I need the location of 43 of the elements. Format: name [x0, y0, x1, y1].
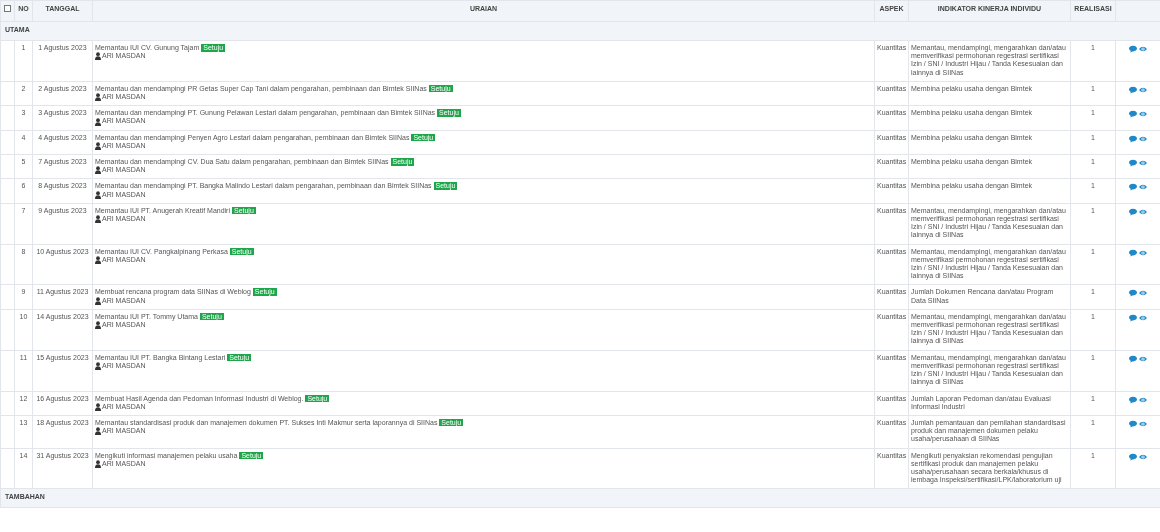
comment-icon[interactable]: [1129, 159, 1137, 168]
checkbox[interactable]: [4, 5, 11, 12]
user-icon: [95, 93, 101, 102]
comment-icon[interactable]: [1129, 248, 1137, 257]
user-icon: [95, 166, 101, 175]
user-icon: [95, 52, 101, 61]
eye-icon[interactable]: [1139, 313, 1147, 322]
user-icon: [95, 296, 101, 305]
user-icon: [95, 141, 101, 150]
eye-icon[interactable]: [1139, 45, 1147, 53]
eye-icon[interactable]: [1139, 183, 1147, 192]
comment-icon[interactable]: [1129, 183, 1137, 192]
eye-icon[interactable]: [1139, 419, 1147, 428]
user-icon: [95, 321, 101, 330]
eye-icon[interactable]: [1139, 354, 1147, 363]
comment-icon[interactable]: [1129, 313, 1137, 322]
user-icon: [95, 402, 101, 411]
eye-icon[interactable]: [1139, 207, 1147, 216]
comment-icon[interactable]: [1129, 289, 1137, 298]
comment-icon[interactable]: [1129, 45, 1137, 53]
eye-icon[interactable]: [1139, 248, 1147, 257]
user-icon: [95, 190, 101, 199]
eye-icon[interactable]: [1139, 289, 1147, 298]
user-icon: [95, 427, 101, 436]
eye-icon[interactable]: [1139, 134, 1147, 143]
comment-icon[interactable]: [1129, 134, 1137, 143]
comment-icon[interactable]: [1129, 85, 1137, 94]
eye-icon[interactable]: [1139, 159, 1147, 168]
comment-icon[interactable]: [1129, 419, 1137, 428]
user-icon: [95, 117, 101, 126]
comment-icon[interactable]: [1129, 452, 1137, 461]
comment-icon[interactable]: [1129, 110, 1137, 119]
user-icon: [95, 362, 101, 370]
comment-icon[interactable]: [1129, 207, 1137, 216]
user-icon: [95, 459, 101, 468]
user-icon: [95, 215, 101, 224]
eye-icon[interactable]: [1139, 85, 1147, 94]
user-icon: [95, 255, 101, 264]
eye-icon[interactable]: [1139, 395, 1147, 404]
eye-icon[interactable]: [1139, 110, 1147, 119]
comment-icon[interactable]: [1129, 395, 1137, 404]
comment-icon[interactable]: [1129, 354, 1137, 363]
eye-icon[interactable]: [1139, 452, 1147, 461]
